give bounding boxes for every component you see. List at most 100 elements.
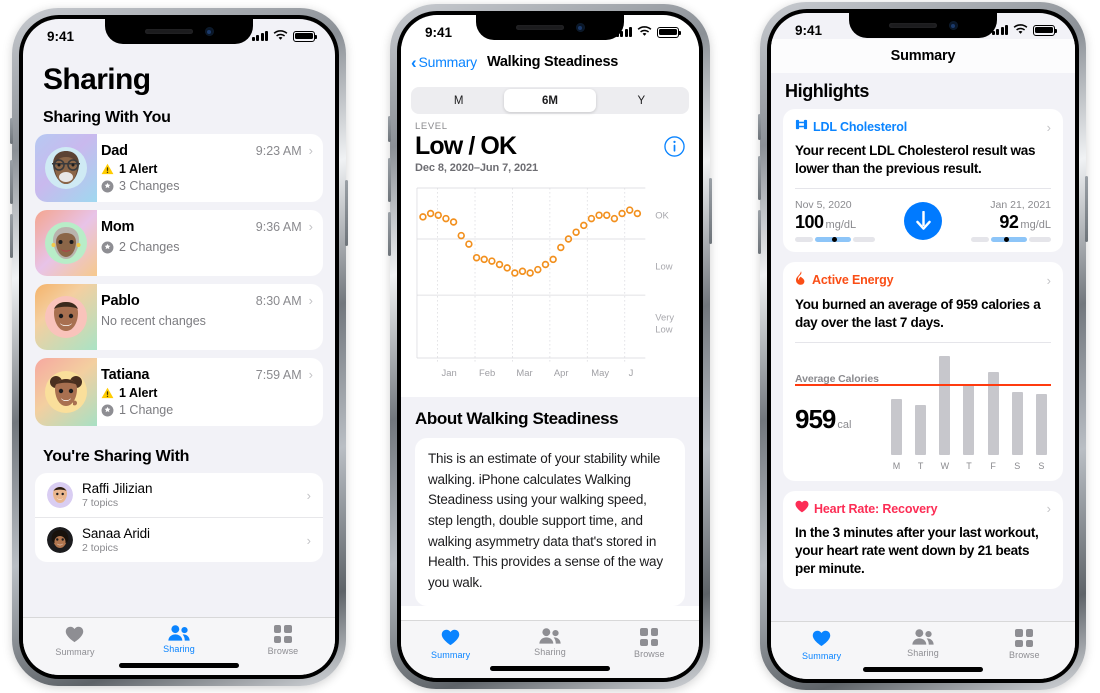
x-axis-tick-label: S — [1014, 460, 1021, 471]
chevron-right-icon: › — [308, 143, 313, 158]
home-indicator[interactable] — [490, 666, 610, 671]
memoji-sanaa-icon — [47, 527, 73, 553]
tab-sharing[interactable]: Sharing — [128, 625, 231, 654]
list-item-body: Sanaa Aridi 2 topics — [82, 526, 298, 554]
notch — [476, 15, 624, 40]
screen-sharing: 9:41 Sharing Sharing With You Dad 9:23 A… — [23, 19, 335, 675]
bars-container — [887, 351, 1051, 455]
tab-summary[interactable]: Summary — [772, 629, 872, 661]
card-description: In the 3 minutes after your last workout… — [795, 524, 1039, 577]
card-header: Heart Rate: Recovery › — [795, 500, 1051, 518]
x-axis-labels: MTWTFSS — [887, 461, 1051, 471]
chevron-right-icon: › — [1046, 272, 1051, 288]
range-marker-dot — [1004, 236, 1009, 242]
svg-text:Low: Low — [655, 262, 672, 273]
status-indicators — [991, 23, 1057, 38]
alert-count: 1 Alert — [119, 162, 158, 176]
segment-6m[interactable]: 6M — [504, 89, 596, 112]
svg-text:Apr: Apr — [554, 368, 569, 379]
power-button[interactable] — [345, 180, 348, 246]
ldl-previous: Nov 5, 2020 100 mg/dL — [795, 199, 879, 242]
tab-sharing[interactable]: Sharing — [873, 629, 973, 658]
mute-switch[interactable] — [10, 118, 13, 144]
svg-text:OK: OK — [655, 211, 669, 222]
chevron-right-icon: › — [1046, 119, 1051, 135]
contact-name: Tatiana — [101, 367, 150, 383]
status-time: 9:41 — [795, 22, 823, 38]
average-unit: cal — [837, 418, 852, 431]
tab-browse[interactable]: Browse — [232, 625, 335, 656]
power-button[interactable] — [709, 178, 712, 244]
battery-icon — [1033, 24, 1057, 36]
phone-bezel: 9:41 ‹ Summary Walking Steadiness M 6M Y… — [397, 11, 703, 682]
info-circle-icon[interactable] — [664, 136, 685, 157]
back-button[interactable]: ‹ Summary — [411, 54, 477, 71]
volume-down-button[interactable] — [388, 212, 391, 256]
average-line — [795, 383, 1051, 387]
contact-name: Raffi Jilizian — [82, 481, 153, 496]
list-item[interactable]: Tatiana 7:59 AM › 1 Alert 1 Change — [35, 358, 323, 426]
timestamp: 9:36 AM — [255, 220, 302, 234]
tab-label: Browse — [634, 649, 665, 659]
front-camera-icon — [948, 21, 958, 30]
chevron-right-icon: › — [1046, 501, 1051, 517]
tab-browse[interactable]: Browse — [600, 628, 698, 659]
walking-steadiness-scroll-area[interactable]: M 6M Y LEVEL Low / OK Dec 8, 2020–Jun 7,… — [401, 79, 699, 620]
section-title-sharing-with-you: Sharing With You — [43, 109, 171, 126]
list-item[interactable]: Raffi Jilizian 7 topics › — [35, 473, 323, 517]
list-item[interactable]: Mom 9:36 AM › 2 Changes — [35, 210, 323, 276]
grid-icon — [640, 628, 659, 646]
status-time: 9:41 — [47, 28, 75, 44]
screenshot-stage: 9:41 Sharing Sharing With You Dad 9:23 A… — [0, 0, 1100, 693]
mute-switch[interactable] — [758, 114, 761, 140]
active-energy-chart[interactable]: Average Calories 959 cal M T W T F S S — [795, 351, 1051, 471]
avatar — [35, 358, 97, 426]
date-range: Dec 8, 2020–Jun 7, 2021 — [415, 162, 539, 174]
volume-down-button[interactable] — [10, 214, 13, 258]
chart-svg: Jan Feb Mar Apr May JOKLowVeryLow — [416, 187, 674, 379]
card-label: Heart Rate: Recovery — [814, 501, 938, 516]
highlight-card-active-energy[interactable]: Active Energy › You burned an average of… — [783, 261, 1063, 481]
battery-icon — [657, 26, 681, 38]
alert-count: 1 Alert — [119, 386, 158, 400]
phone-summary: 9:41 Summary Highlights LDL Cholesterol … — [758, 2, 1088, 690]
tab-summary[interactable]: Summary — [24, 625, 127, 657]
speaker-grille — [144, 29, 193, 34]
tab-browse[interactable]: Browse — [974, 629, 1074, 660]
walking-steadiness-chart[interactable]: Jan Feb Mar Apr May J OK Low Very Low — [415, 182, 689, 387]
bar — [1011, 392, 1023, 455]
list-item[interactable]: Dad 9:23 AM › 1 Alert 3 Changes — [35, 134, 323, 202]
summary-scroll-area[interactable]: Highlights LDL Cholesterol › Your recent… — [771, 73, 1075, 621]
volume-up-button[interactable] — [10, 160, 13, 204]
section-title-youre-sharing-with: You're Sharing With — [43, 448, 190, 465]
svg-text:Feb: Feb — [479, 368, 495, 379]
sharing-scroll-area[interactable]: Sharing Sharing With You Dad 9:23 AM › 1… — [23, 49, 335, 617]
highlight-card-heart-rate-recovery[interactable]: Heart Rate: Recovery › In the 3 minutes … — [783, 490, 1063, 589]
card-label: LDL Cholesterol — [813, 120, 908, 134]
ldl-previous-date: Nov 5, 2020 — [795, 198, 852, 211]
tab-label: Sharing — [163, 644, 195, 654]
home-indicator[interactable] — [863, 667, 983, 672]
tab-summary[interactable]: Summary — [402, 628, 500, 660]
screen-walking-steadiness: 9:41 ‹ Summary Walking Steadiness M 6M Y… — [401, 15, 699, 678]
card-description: Your recent LDL Cholesterol result was l… — [795, 143, 1036, 177]
timestamp: 7:59 AM — [255, 368, 302, 382]
bar-plot-area: MTWTFSS — [795, 351, 1051, 471]
segment-y[interactable]: Y — [596, 89, 687, 112]
highlight-card-ldl-cholesterol[interactable]: LDL Cholesterol › Your recent LDL Choles… — [783, 109, 1063, 252]
list-item[interactable]: Sanaa Aridi 2 topics › — [35, 517, 323, 562]
volume-down-button[interactable] — [758, 210, 761, 254]
level-caption: LEVEL — [415, 121, 448, 132]
heart-icon — [65, 625, 84, 644]
segment-m[interactable]: M — [413, 89, 504, 112]
nav-bar: ‹ Summary Walking Steadiness — [401, 45, 699, 79]
list-item[interactable]: Pablo 8:30 AM › No recent changes — [35, 284, 323, 350]
volume-up-button[interactable] — [758, 156, 761, 200]
topic-count: 7 topics — [82, 497, 119, 509]
home-indicator[interactable] — [119, 663, 239, 668]
changes-count: 1 Change — [119, 403, 174, 417]
power-button[interactable] — [1085, 176, 1088, 242]
mute-switch[interactable] — [388, 116, 391, 142]
volume-up-button[interactable] — [388, 158, 391, 202]
tab-sharing[interactable]: Sharing — [501, 628, 599, 657]
